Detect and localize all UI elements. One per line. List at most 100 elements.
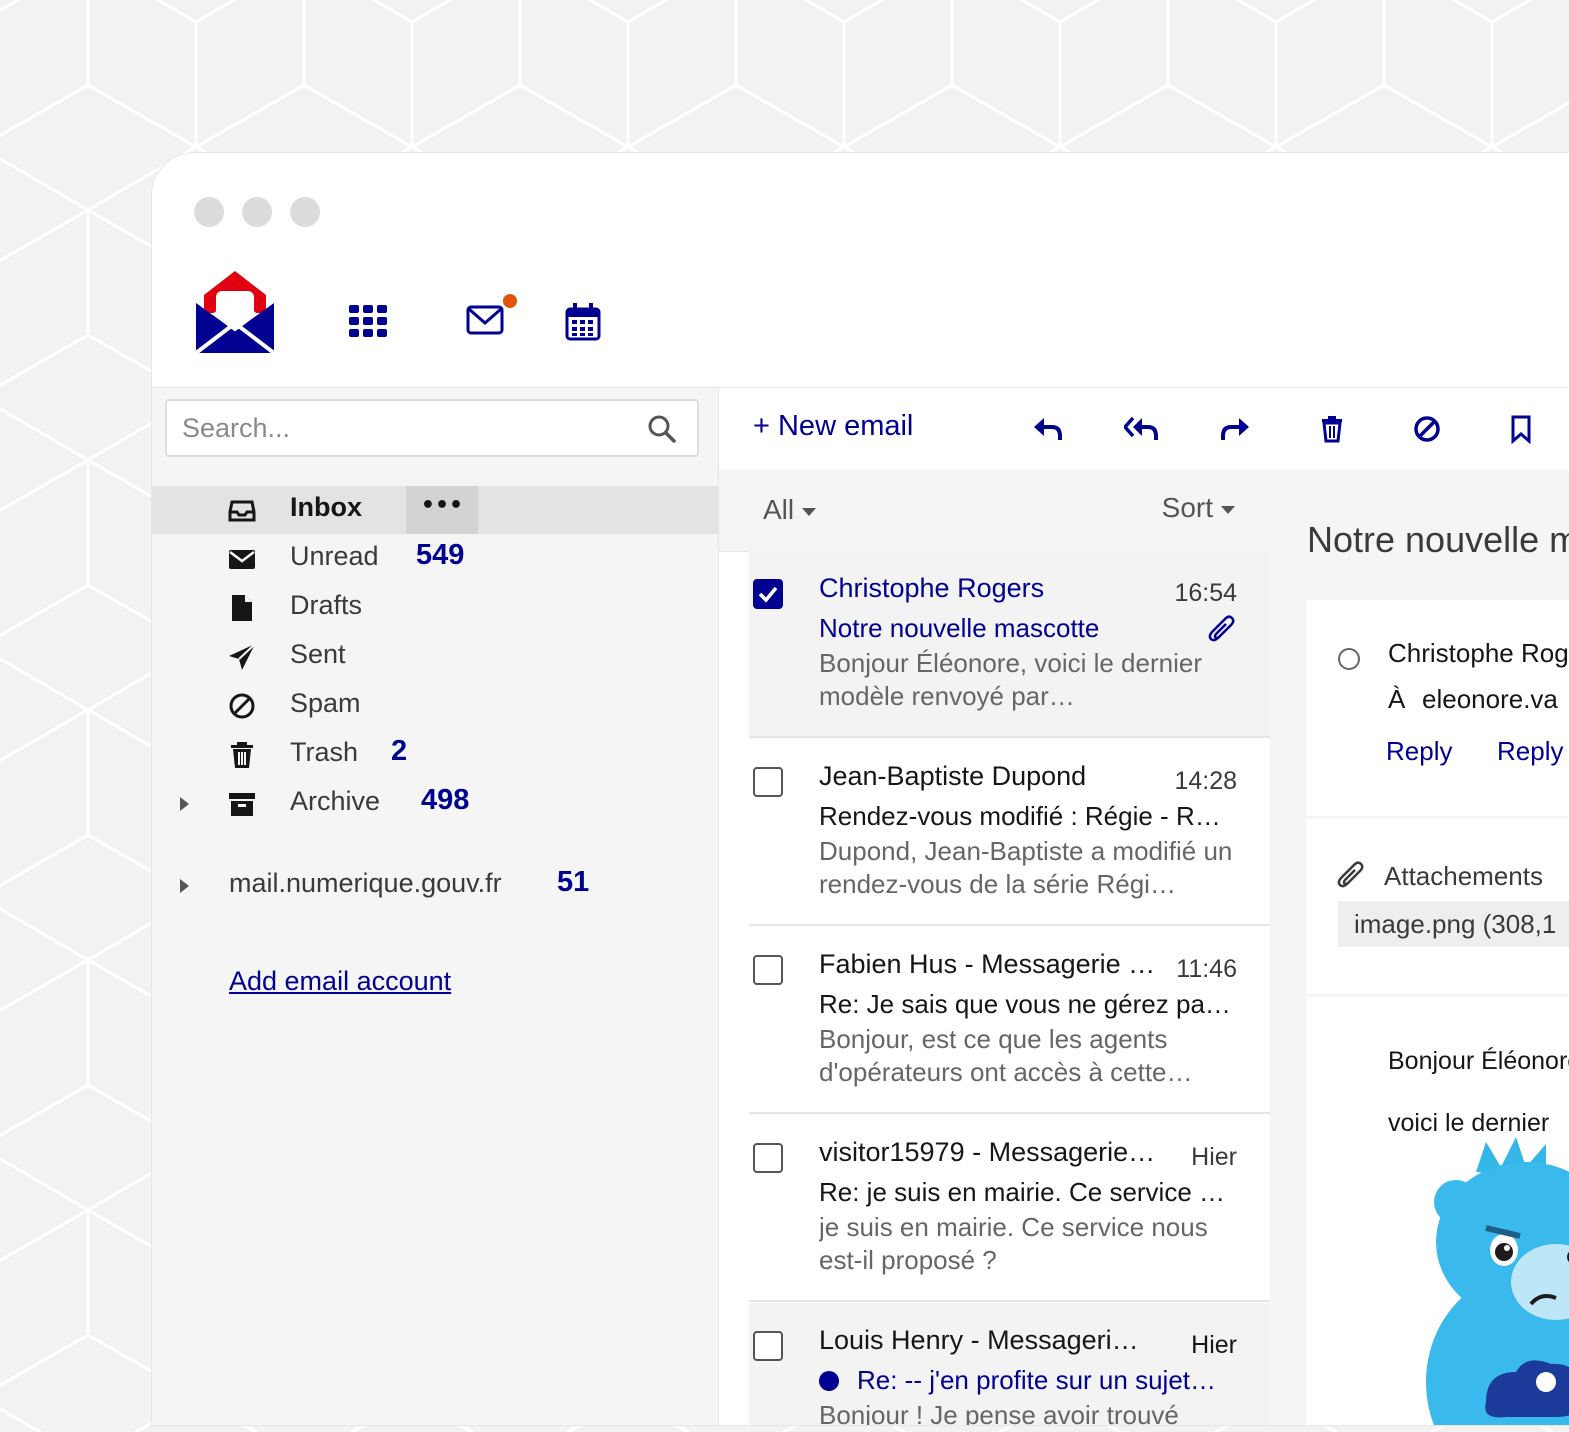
body-line: Bonjour Éléonore, <box>1388 1047 1569 1075</box>
message-list: All Sort Christophe Rogers 16:54 Notre n… <box>718 469 1272 1425</box>
chevron-down-icon <box>1221 505 1235 514</box>
new-email-button[interactable]: + New email <box>753 410 913 443</box>
list-header: All Sort <box>719 469 1271 552</box>
reply-link[interactable]: Reply <box>1386 736 1452 767</box>
attachment-filename: image.png (308,1 <box>1354 909 1557 939</box>
attachment-chip[interactable]: image.png (308,1 <box>1338 901 1569 947</box>
folder-label: Inbox <box>290 492 362 522</box>
apps-grid-icon[interactable] <box>349 305 389 339</box>
account-count: 51 <box>557 866 590 898</box>
folder-archive[interactable]: Archive 498 <box>152 780 718 828</box>
folder-drafts[interactable]: Drafts <box>152 584 718 632</box>
paperclip-icon <box>1208 615 1235 642</box>
sort-label: Sort <box>1161 492 1213 523</box>
unread-count: 549 <box>416 539 465 571</box>
expand-account-icon[interactable] <box>180 879 189 893</box>
message-row[interactable]: Christophe Rogers 16:54 Notre nouvelle m… <box>749 551 1271 738</box>
window-minimize-button[interactable] <box>242 197 272 227</box>
reply-icon[interactable] <box>1030 412 1064 446</box>
message-toolbar: + New email <box>718 387 1569 471</box>
message-subject-unread: Re: -- j'en profite sur un sujet… <box>819 1365 1239 1396</box>
folder-label: Spam <box>290 688 361 718</box>
bookmark-icon[interactable] <box>1504 412 1538 446</box>
folder-spam[interactable]: Spam <box>152 682 718 730</box>
search-placeholder: Search... <box>182 413 291 443</box>
message-row[interactable]: Louis Henry - Messageri… Hier Re: -- j'e… <box>749 1303 1271 1425</box>
reading-pane: Notre nouvelle mascotte Christophe Roger… <box>1270 469 1569 1425</box>
block-icon <box>229 693 255 719</box>
folder-inbox[interactable]: Inbox ••• <box>152 486 718 534</box>
trash-icon <box>231 742 253 768</box>
message-subject: Rendez-vous modifié : Régie - R… <box>819 801 1221 831</box>
message-preview: Bonjour, est ce que les agents d'opérate… <box>819 1024 1193 1087</box>
spam-icon[interactable] <box>1410 412 1444 446</box>
message-preview: je suis en mairie. Ce service nous est-i… <box>819 1212 1208 1275</box>
message-row[interactable]: visitor15979 - Messagerie … Hier Re: je … <box>749 1115 1271 1302</box>
trash-count: 2 <box>391 735 408 767</box>
folder-label: Drafts <box>290 590 363 620</box>
message-header-card: Christophe Rogers À eleonore.va Reply Re… <box>1306 600 1569 816</box>
window-close-button[interactable] <box>194 197 224 227</box>
sort-dropdown[interactable]: Sort <box>1162 492 1235 524</box>
notification-badge <box>503 294 517 308</box>
select-radio[interactable] <box>1338 648 1360 670</box>
search-input[interactable]: Search... <box>165 399 699 457</box>
message-time: 14:28 <box>1174 767 1237 795</box>
message-preview: Dupond, Jean-Baptiste a modifié un rende… <box>819 836 1233 899</box>
message-time: Hier <box>1191 1331 1237 1359</box>
folder-label: Sent <box>290 639 346 669</box>
message-subject: Re: -- j'en profite sur un sujet… <box>857 1365 1216 1395</box>
chevron-down-icon <box>802 507 817 516</box>
folder-trash[interactable]: Trash 2 <box>152 731 718 779</box>
filter-dropdown[interactable]: All <box>763 494 817 526</box>
message-sender: Louis Henry - Messageri… <box>819 1325 1139 1355</box>
message-checkbox[interactable] <box>753 767 783 797</box>
filter-label: All <box>763 494 795 525</box>
paper-plane-icon <box>229 643 256 670</box>
window-maximize-button[interactable] <box>290 197 320 227</box>
message-checkbox[interactable] <box>753 955 783 985</box>
folder-sent[interactable]: Sent <box>152 633 718 681</box>
app-window: Search... Inbox ••• Unread 549 Drafts Se… <box>152 153 1569 1425</box>
trash-icon[interactable] <box>1315 412 1349 446</box>
folder-more-button[interactable]: ••• <box>406 486 478 534</box>
message-body: Bonjour Éléonore, voici le dernier <box>1306 997 1569 1425</box>
app-logo[interactable] <box>194 269 276 355</box>
message-checkbox[interactable] <box>753 1143 783 1173</box>
message-title: Notre nouvelle mascotte <box>1307 519 1569 560</box>
message-subject: Re: je suis en mairie. Ce service … <box>819 1177 1226 1207</box>
search-icon[interactable] <box>647 414 677 444</box>
folder-unread[interactable]: Unread 549 <box>152 535 718 583</box>
message-time: Hier <box>1191 1143 1237 1171</box>
inbox-icon <box>228 500 256 522</box>
from-name: Christophe Rogers <box>1388 638 1569 668</box>
mail-icon[interactable] <box>466 305 506 337</box>
message-row[interactable]: Jean-Baptiste Dupond 14:28 Rendez-vous m… <box>749 739 1271 926</box>
archive-count: 498 <box>421 784 470 816</box>
message-preview: Bonjour Éléonore, voici le dernier modèl… <box>819 648 1202 711</box>
message-subject: Re: Je sais que vous ne gérez pa… <box>819 989 1231 1019</box>
calendar-icon[interactable] <box>565 303 601 341</box>
message-preview: Bonjour ! Je pense avoir trouvé <box>819 1400 1179 1425</box>
sidebar: Search... Inbox ••• Unread 549 Drafts Se… <box>152 387 718 1425</box>
folder-label: Unread <box>290 541 379 571</box>
folder-label: Trash <box>290 737 359 767</box>
file-icon <box>232 595 252 621</box>
attachments-card: Attachements image.png (308,1 <box>1306 819 1569 994</box>
reply-all-icon[interactable] <box>1124 412 1158 446</box>
forward-icon[interactable] <box>1219 412 1253 446</box>
envelope-icon <box>229 550 255 569</box>
add-email-account-link[interactable]: Add email account <box>229 966 451 997</box>
reply-all-link[interactable]: Reply <box>1497 736 1563 767</box>
message-checkbox[interactable] <box>753 1331 783 1361</box>
archive-icon <box>229 793 255 816</box>
expand-archive-icon[interactable] <box>180 797 189 811</box>
to-prefix: À <box>1388 684 1406 714</box>
message-subject: Notre nouvelle mascotte <box>819 613 1100 643</box>
unread-indicator <box>819 1371 839 1391</box>
message-checkbox[interactable] <box>753 579 783 609</box>
message-row[interactable]: Fabien Hus - Messagerie … 11:46 Re: Je s… <box>749 927 1271 1114</box>
message-time: 11:46 <box>1176 955 1237 983</box>
to-address: eleonore.va <box>1422 684 1558 714</box>
message-sender: Christophe Rogers <box>819 573 1045 603</box>
